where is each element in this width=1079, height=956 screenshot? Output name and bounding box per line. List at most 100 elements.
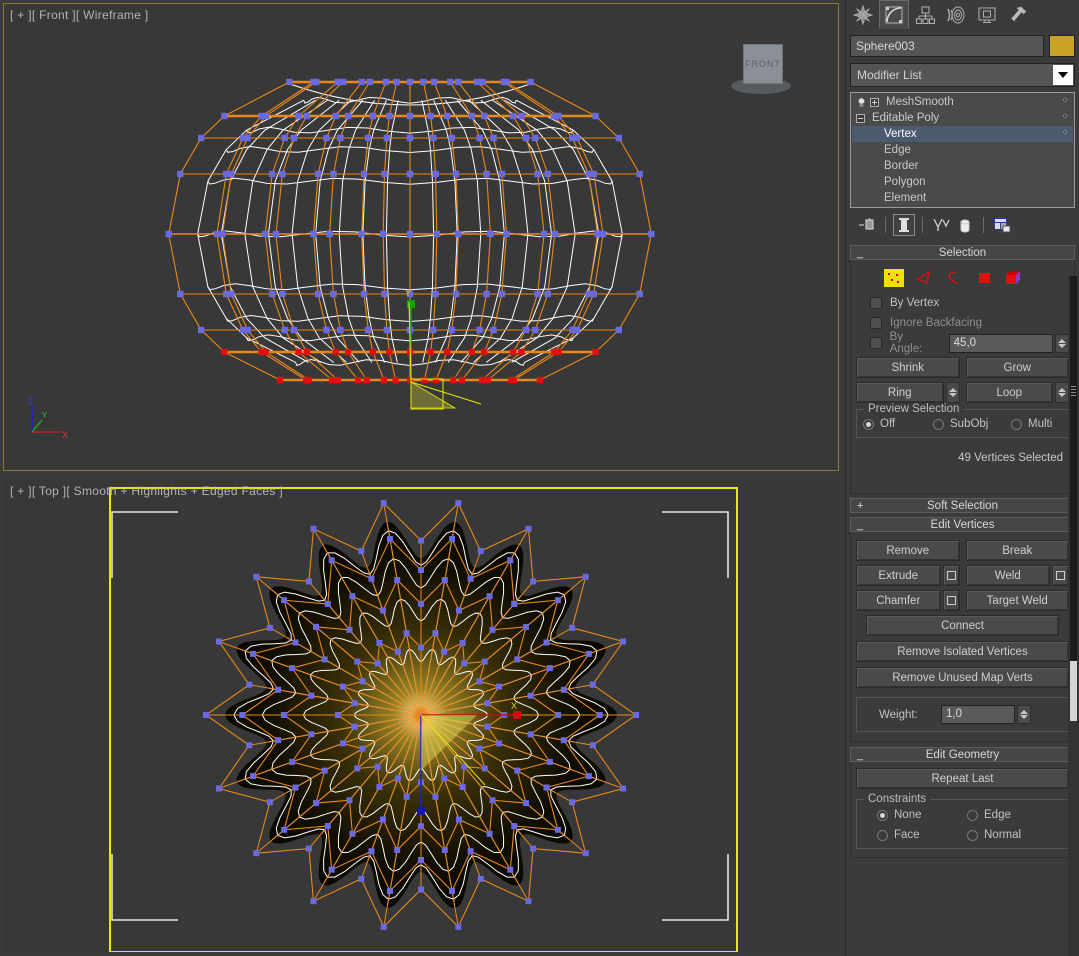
configure-modifier-sets-icon[interactable] xyxy=(991,214,1013,236)
stack-item[interactable]: Border xyxy=(852,158,1073,174)
connect-row: Connect xyxy=(856,615,1069,636)
constraint-none-option[interactable]: None xyxy=(863,809,967,821)
weight-spinner[interactable] xyxy=(1017,705,1031,724)
target-weld-button[interactable]: Target Weld xyxy=(965,590,1069,611)
weight-field[interactable]: 1,0 xyxy=(941,705,1015,724)
scrollbar-thumb[interactable] xyxy=(1070,661,1077,721)
by-angle-spinner[interactable] xyxy=(1055,333,1070,353)
by-angle-row[interactable]: By Angle: 45,0 xyxy=(856,331,1070,355)
rollout-soft-selection-header[interactable]: + Soft Selection xyxy=(850,498,1075,513)
connect-button[interactable]: Connect xyxy=(866,615,1059,636)
stack-item[interactable]: MeshSmooth ⁘ xyxy=(852,94,1073,110)
vertex-mode-icon[interactable] xyxy=(884,269,904,287)
command-panel-tabs xyxy=(846,0,1079,30)
by-vertex-row[interactable]: By Vertex xyxy=(856,293,1069,313)
stack-expand-icon[interactable] xyxy=(856,113,865,123)
viewport-front-wireframe[interactable]: Y [ + ][ Front ][ Wireframe ] FRONT Z X … xyxy=(3,3,839,471)
ignore-backfacing-row[interactable]: Ignore Backfacing xyxy=(856,313,1069,333)
constraint-face-label: Face xyxy=(894,829,920,841)
make-unique-icon[interactable] xyxy=(930,214,952,236)
remove-button[interactable]: Remove xyxy=(856,540,960,561)
rollout-toggle-icon[interactable]: _ xyxy=(857,247,863,259)
object-name-field[interactable]: Sphere003 xyxy=(850,35,1044,57)
constraint-face-radio[interactable] xyxy=(877,829,888,841)
create-tab[interactable] xyxy=(848,0,878,29)
rollout-toggle-icon[interactable]: _ xyxy=(857,749,863,761)
object-color-swatch[interactable] xyxy=(1049,35,1075,57)
remove-unused-map-verts-button[interactable]: Remove Unused Map Verts xyxy=(856,667,1069,688)
edge-mode-icon[interactable] xyxy=(914,269,934,287)
viewcube[interactable]: FRONT xyxy=(731,40,791,100)
preview-off-radio[interactable] xyxy=(863,418,874,430)
preview-off-option[interactable]: Off xyxy=(863,418,933,430)
break-button[interactable]: Break xyxy=(965,540,1069,561)
weld-settings-button[interactable] xyxy=(1052,565,1069,586)
display-tab[interactable] xyxy=(972,0,1002,29)
command-panel-scrollbar[interactable] xyxy=(1068,276,1079,956)
modifier-list-dropdown[interactable]: Modifier List xyxy=(850,63,1075,87)
border-mode-icon[interactable] xyxy=(944,269,964,287)
chevron-down-icon[interactable] xyxy=(1053,65,1073,85)
ring-spinner[interactable] xyxy=(945,382,960,403)
scrollbar-track[interactable] xyxy=(1070,276,1077,661)
stack-item[interactable]: Polygon xyxy=(852,174,1073,190)
constraint-edge-radio[interactable] xyxy=(967,809,978,821)
extrude-weld-row: Extrude Weld xyxy=(856,565,1069,586)
stack-item[interactable]: Edge xyxy=(852,142,1073,158)
extrude-button[interactable]: Extrude xyxy=(856,565,941,586)
constraint-edge-option[interactable]: Edge xyxy=(967,809,1011,821)
constraint-normal-radio[interactable] xyxy=(967,829,978,841)
utilities-tab[interactable] xyxy=(1003,0,1033,29)
ring-loop-row: Ring Loop xyxy=(856,382,1069,403)
by-vertex-checkbox[interactable] xyxy=(870,297,882,309)
stack-expand-icon[interactable] xyxy=(870,97,879,107)
weld-button[interactable]: Weld xyxy=(965,565,1050,586)
rollout-selection-header[interactable]: _ Selection xyxy=(850,245,1075,260)
rollout-toggle-icon[interactable]: _ xyxy=(857,519,863,531)
polygon-mode-icon[interactable] xyxy=(974,269,994,287)
constraint-none-label: None xyxy=(894,809,922,821)
preview-multi-option[interactable]: Multi xyxy=(1011,418,1052,430)
remove-modifier-icon[interactable] xyxy=(954,214,976,236)
chamfer-button[interactable]: Chamfer xyxy=(856,590,941,611)
rollout-edit-geometry-header[interactable]: _ Edit Geometry xyxy=(850,747,1075,762)
ignore-backfacing-checkbox[interactable] xyxy=(870,317,882,329)
grow-button[interactable]: Grow xyxy=(965,357,1069,378)
viewport-top-shaded[interactable]: X [ + ][ Top ][ Smooth + Highlights + Ed… xyxy=(3,479,839,953)
rollout-edit-vertices-header[interactable]: _ Edit Vertices xyxy=(850,517,1075,532)
chamfer-settings-button[interactable] xyxy=(942,590,960,611)
constraint-normal-option[interactable]: Normal xyxy=(967,829,1021,841)
stack-item[interactable]: Vertex ⁘ xyxy=(852,126,1073,142)
light-bulb-icon[interactable] xyxy=(856,97,867,108)
repeat-last-button[interactable]: Repeat Last xyxy=(856,768,1069,789)
motion-tab[interactable] xyxy=(941,0,971,29)
preview-multi-radio[interactable] xyxy=(1011,418,1022,430)
hierarchy-tab[interactable] xyxy=(910,0,940,29)
preview-selection-options: Off SubObj Multi xyxy=(863,418,1062,430)
remove-isolated-vertices-button[interactable]: Remove Isolated Vertices xyxy=(856,641,1069,662)
constraint-face-option[interactable]: Face xyxy=(863,829,967,841)
loop-spinner[interactable] xyxy=(1055,382,1069,403)
modify-tab[interactable] xyxy=(879,0,909,29)
shrink-button[interactable]: Shrink xyxy=(856,357,960,378)
ring-button[interactable]: Ring xyxy=(856,382,944,403)
rollout-toggle-icon[interactable]: + xyxy=(857,500,863,512)
show-end-result-icon[interactable] xyxy=(893,214,915,236)
pin-stack-icon[interactable] xyxy=(856,214,878,236)
preview-subobj-option[interactable]: SubObj xyxy=(933,418,1011,430)
loop-button[interactable]: Loop xyxy=(965,382,1053,403)
scrollbar-grip-icon[interactable] xyxy=(1071,386,1076,398)
element-mode-icon[interactable] xyxy=(1004,269,1024,287)
rollout-edit-geometry: _ Edit Geometry Repeat Last Constraints … xyxy=(850,747,1075,858)
stack-item-dots: ⁘ xyxy=(1061,111,1070,121)
preview-subobj-radio[interactable] xyxy=(933,418,944,430)
modifier-stack[interactable]: MeshSmooth ⁘ Editable Poly ⁘ Vertex ⁘ Edge Bord… xyxy=(850,92,1075,208)
by-angle-checkbox[interactable] xyxy=(870,337,882,349)
by-angle-field[interactable]: 45,0 xyxy=(948,333,1054,353)
constraint-none-radio[interactable] xyxy=(877,809,888,821)
viewcube-face-label[interactable]: FRONT xyxy=(743,44,783,84)
stack-item[interactable]: Element xyxy=(852,190,1073,206)
stack-item[interactable]: Editable Poly ⁘ xyxy=(852,110,1073,126)
rollout-edit-geometry-body: Repeat Last Constraints None Edge Face N… xyxy=(850,762,1075,858)
extrude-settings-button[interactable] xyxy=(942,565,960,586)
